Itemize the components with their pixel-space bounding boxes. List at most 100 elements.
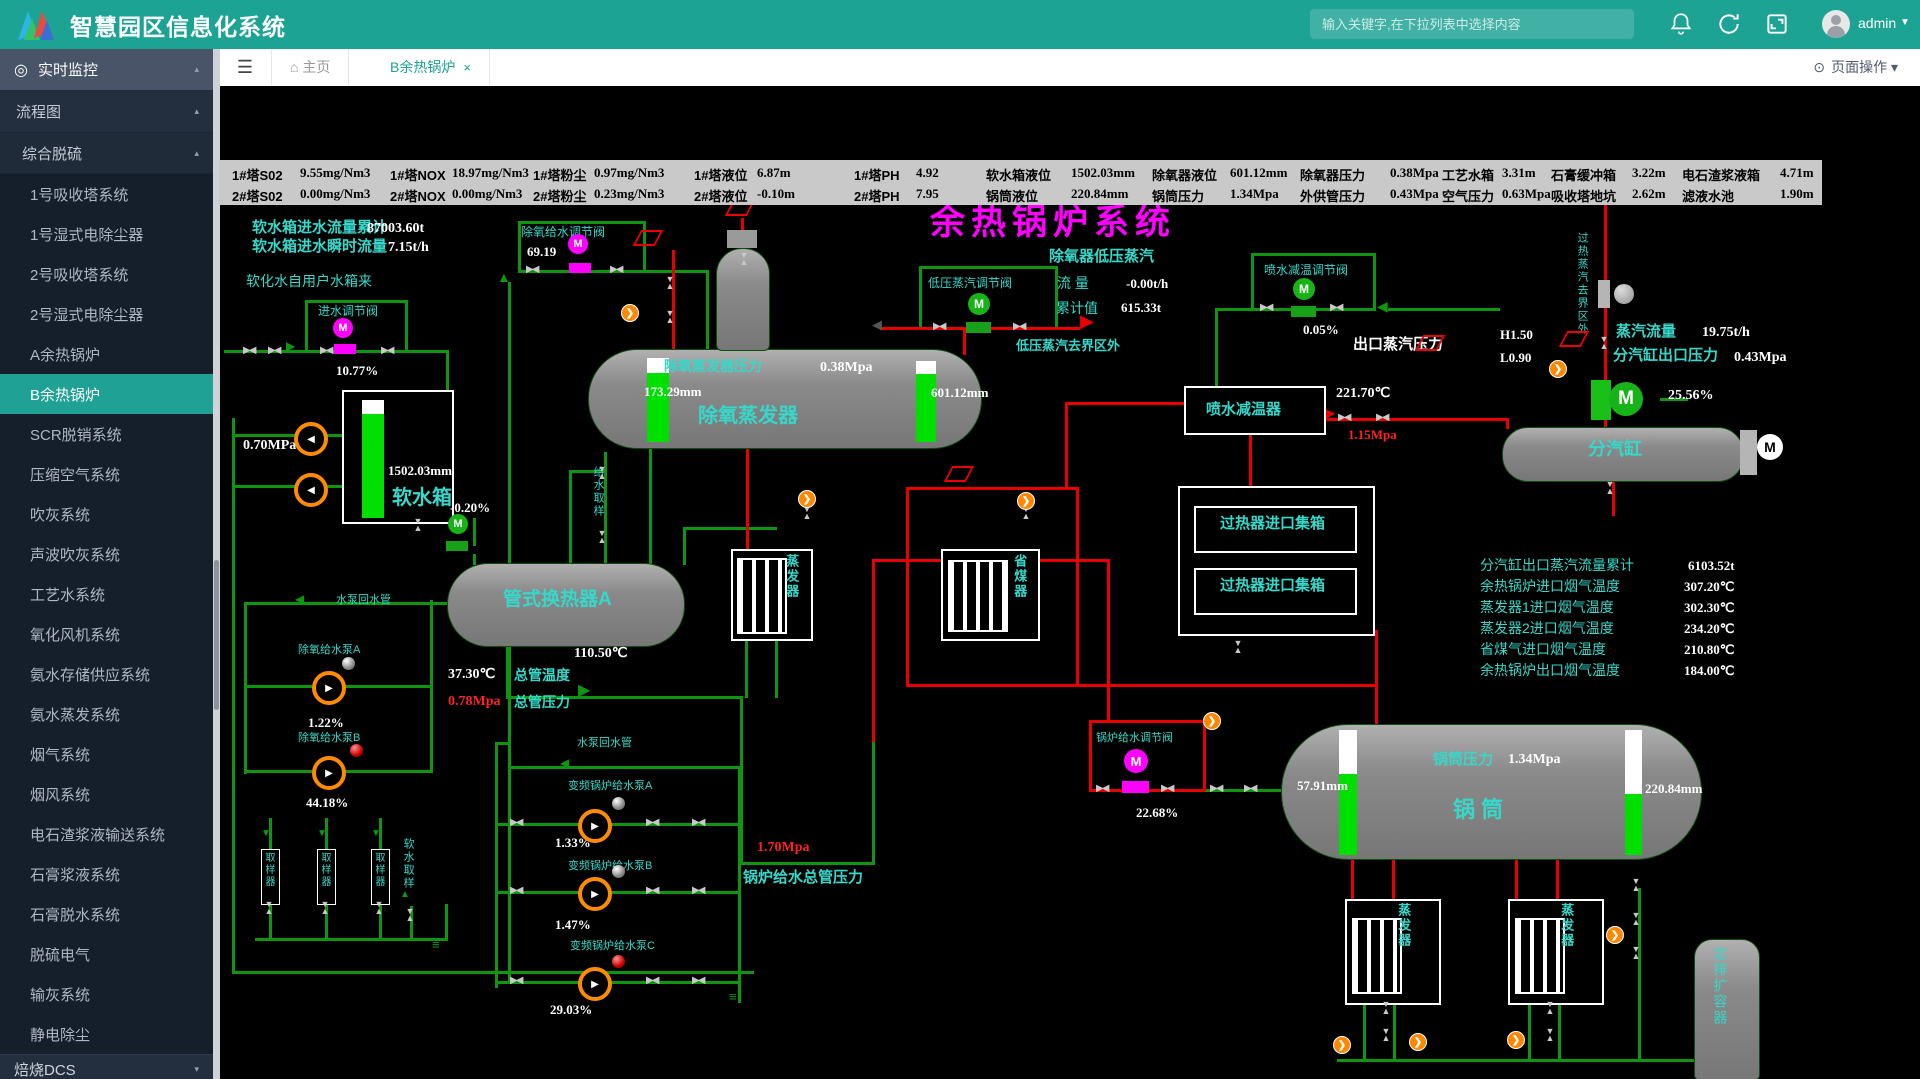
diagram-label: 0.70MPa xyxy=(243,438,296,453)
strip-value: 4.71m xyxy=(1780,165,1814,181)
pipe-segment xyxy=(608,981,740,984)
sidebar-item-2号吸收塔系统[interactable]: 2号吸收塔系统 xyxy=(0,254,213,294)
flow-arrow-icon: ▲ xyxy=(497,270,511,284)
pipe-segment xyxy=(919,266,922,329)
pipe-segment xyxy=(775,637,778,698)
indicator-rect xyxy=(727,230,757,248)
refresh-icon[interactable] xyxy=(1716,11,1742,37)
drain-valve-icon: ❯ xyxy=(1507,1031,1525,1049)
strip-value: 4.92 xyxy=(916,165,939,181)
valve-icon: ▼▲ xyxy=(373,901,385,915)
pipe-segment xyxy=(608,823,740,826)
motor-valve-icon: M xyxy=(968,293,990,315)
pipe-segment xyxy=(232,485,296,488)
tab-home[interactable]: ⌂ 主页 xyxy=(272,49,349,85)
sidebar-item-A余热锅炉[interactable]: A余热锅炉 xyxy=(0,334,213,374)
indicator-rect xyxy=(1291,306,1316,317)
tab-active[interactable]: B余热锅炉× xyxy=(372,49,490,85)
pipe-segment xyxy=(1076,487,1079,686)
fullscreen-icon[interactable] xyxy=(1764,11,1790,37)
collapse-menu-icon[interactable]: ☰ xyxy=(219,49,272,85)
sidebar-item-石膏浆液系统[interactable]: 石膏浆液系统 xyxy=(0,854,213,894)
valve-icon: ▼▲ xyxy=(404,908,416,922)
valve-icon: ▶◀ xyxy=(1330,302,1341,313)
diagram-label: 110.50℃ xyxy=(574,646,627,661)
pipe-segment xyxy=(446,350,449,392)
avatar[interactable] xyxy=(1822,10,1850,38)
strip-value: 1.90m xyxy=(1780,186,1814,202)
sidebar-group-flowchart[interactable]: 流程图▴ xyxy=(0,90,213,133)
valve-icon: ▶◀ xyxy=(646,975,657,986)
sidebar-item-B余热锅炉[interactable]: B余热锅炉 xyxy=(0,374,213,414)
diagram-label: L0.90 xyxy=(1500,351,1531,365)
sidebar-item-声波吹灰系统[interactable]: 声波吹灰系统 xyxy=(0,534,213,574)
sidebar-item-压缩空气系统[interactable]: 压缩空气系统 xyxy=(0,454,213,494)
sidebar-item-SCR脱销系统[interactable]: SCR脱销系统 xyxy=(0,414,213,454)
pipe-segment xyxy=(1215,308,1218,388)
valve-icon: ▼▲ xyxy=(664,276,676,290)
sidebar-item-烟风系统[interactable]: 烟风系统 xyxy=(0,774,213,814)
sidebar-item-氧化风机系统[interactable]: 氧化风机系统 xyxy=(0,614,213,654)
strip-value: -0.10m xyxy=(757,186,795,202)
sidebar-scrollbar-thumb[interactable] xyxy=(214,560,219,710)
sidebar-item-氨水蒸发系统[interactable]: 氨水蒸发系统 xyxy=(0,694,213,734)
pipe-segment xyxy=(643,221,646,273)
pipe-segment xyxy=(1251,253,1376,256)
sidebar-item-石膏脱水系统[interactable]: 石膏脱水系统 xyxy=(0,894,213,934)
sidebar-item-输灰系统[interactable]: 输灰系统 xyxy=(0,974,213,1014)
page-operations-button[interactable]: ⊙页面操作 ▾ xyxy=(1813,49,1898,85)
diagram-label: 210.80℃ xyxy=(1684,643,1734,657)
pipe-segment xyxy=(1089,720,1092,791)
sidebar-item-2号湿式电除尘器[interactable]: 2号湿式电除尘器 xyxy=(0,294,213,334)
diagram-label: 软水箱 xyxy=(392,487,452,509)
pipe-segment xyxy=(495,981,580,984)
diagram-label: 变频锅炉给水泵C xyxy=(570,940,655,952)
sidebar-item-1号吸收塔系统[interactable]: 1号吸收塔系统 xyxy=(0,174,213,214)
diagram-label: 0.43Mpa xyxy=(1734,350,1787,365)
strip-value: 601.12mm xyxy=(1230,165,1287,181)
close-tab-icon[interactable]: × xyxy=(463,60,471,75)
valve-icon: ▶◀ xyxy=(1260,302,1271,313)
strip-label: 工艺水箱 xyxy=(1442,165,1494,184)
diagram-label: -0.00t/h xyxy=(1126,277,1168,291)
sidebar-item-realtime-monitor[interactable]: ◎ 实时监控▴ xyxy=(0,49,213,90)
diagram-label: 变频锅炉给水泵B xyxy=(568,860,652,872)
motor-valve-icon: M xyxy=(1609,382,1643,416)
diagram-label: 水泵回水管 xyxy=(577,737,632,749)
indicator-rect xyxy=(334,344,356,354)
strip-value: 2.62m xyxy=(1632,186,1666,202)
pipe-segment xyxy=(1322,418,1508,421)
drain-valve-icon: ❯ xyxy=(1409,1033,1427,1051)
sidebar-item-静电除尘[interactable]: 静电除尘 xyxy=(0,1014,213,1054)
sidebar-item-吹灰系统[interactable]: 吹灰系统 xyxy=(0,494,213,534)
sidebar-item-脱硫电气[interactable]: 脱硫电气 xyxy=(0,934,213,974)
pipe-segment xyxy=(746,445,749,551)
diagram-label: 除氧蒸发器压力 xyxy=(664,359,762,374)
sidebar-item-烟气系统[interactable]: 烟气系统 xyxy=(0,734,213,774)
strip-label: 软水箱液位 xyxy=(986,165,1051,184)
strip-label: 锅筒压力 xyxy=(1152,186,1204,205)
pipe-segment xyxy=(340,770,432,773)
flow-arrow-icon: ▲ xyxy=(400,890,410,900)
pipe-segment xyxy=(244,602,247,774)
diagram-label: 除氧器低压蒸汽 xyxy=(1049,249,1154,266)
pipe-segment xyxy=(305,300,308,353)
pipe-segment xyxy=(608,891,740,894)
drain-valve-icon: ❯ xyxy=(1333,1036,1351,1054)
strip-value: 3.31m xyxy=(1502,165,1536,181)
sidebar-group-desulfurization[interactable]: 综合脱硫▴ xyxy=(0,133,213,174)
username[interactable]: admin xyxy=(1858,15,1896,31)
diagram-label: 余热锅炉出口烟气温度 xyxy=(1480,663,1620,678)
search-input[interactable] xyxy=(1310,9,1634,39)
pipe-segment xyxy=(305,300,408,303)
bell-icon[interactable] xyxy=(1668,11,1694,37)
user-caret-icon[interactable]: ▼ xyxy=(1900,17,1910,28)
sidebar-item-氨水存储供应系统[interactable]: 氨水存储供应系统 xyxy=(0,654,213,694)
sidebar-group-roasting-dcs[interactable]: 焙烧DCS▾ xyxy=(0,1054,213,1079)
diagram-label: 省煤器 xyxy=(1012,554,1026,599)
sidebar-item-1号湿式电除尘器[interactable]: 1号湿式电除尘器 xyxy=(0,214,213,254)
sidebar-item-工艺水系统[interactable]: 工艺水系统 xyxy=(0,574,213,614)
sidebar-item-电石渣浆液输送系统[interactable]: 电石渣浆液输送系统 xyxy=(0,814,213,854)
pipe-segment xyxy=(244,685,312,688)
diagram-label: 软化水自用户水箱来 xyxy=(246,274,372,289)
